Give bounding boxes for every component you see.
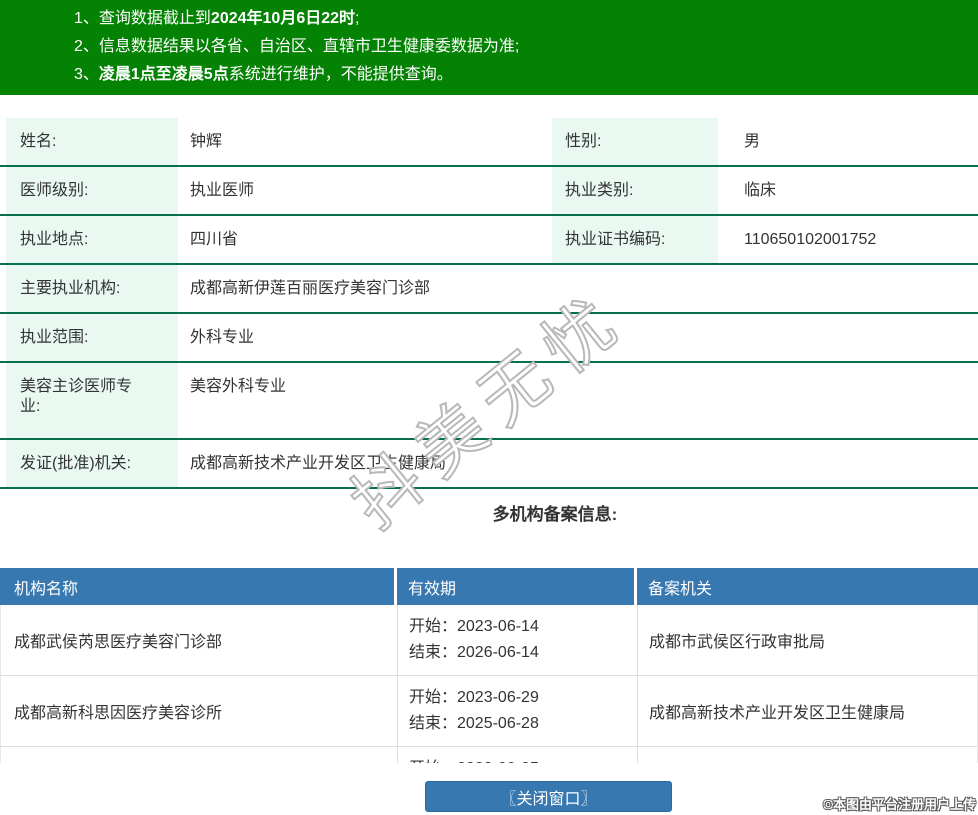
- section-title-multi-institution: 多机构备案信息:: [492, 505, 618, 524]
- validity-cell: 开始：2023-06-14 结束：2026-06-14: [398, 605, 638, 675]
- table-header-row: 机构名称 有效期 备案机关: [0, 568, 978, 605]
- notice-line-2: 2、信息数据结果以各省、自治区、直辖市卫生健康委数据为准;: [74, 38, 520, 55]
- notice-number: 3、: [74, 66, 99, 83]
- profile-value-name: 钟辉: [190, 133, 223, 150]
- profile-value-cosmetic-specialty: 美容外科专业: [190, 378, 287, 395]
- table-row: 姓名: 钟辉 性别: 男: [0, 118, 978, 167]
- notice-banner: 1、查询数据截止到2024年10月6日22时; 2、信息数据结果以各省、自治区、…: [0, 0, 978, 95]
- notice-line-3: 3、凌晨1点至凌晨5点系统进行维护，不能提供查询。: [74, 66, 453, 83]
- organization-cell: 成都高新科思因医疗美容诊所: [1, 676, 398, 746]
- profile-label-practice-location: 执业地点:: [6, 216, 178, 263]
- authority-cell: 成都市武侯区行政审批局: [649, 634, 826, 651]
- table-row: 成都武侯芮思医疗美容门诊部 开始：2023-06-14 结束：2026-06-1…: [0, 605, 978, 676]
- practitioner-profile-table: 姓名: 钟辉 性别: 男 医师级别: 执业医师 执业类别: 临床 执业地点: 四…: [0, 118, 978, 489]
- table-row: 执业地点: 四川省 执业证书编码: 110650102001752: [0, 216, 978, 265]
- profile-label-practice-category: 执业类别:: [552, 167, 718, 214]
- upload-stamp: ©本图由平台注册用户上传: [823, 797, 976, 812]
- notice-line-1: 1、查询数据截止到2024年10月6日22时;: [74, 10, 360, 27]
- table-row: 成都高新科思因医疗美容诊所 开始：2023-06-29 结束：2025-06-2…: [0, 676, 978, 747]
- notice-number: 1、: [74, 10, 99, 27]
- registrations-table: 机构名称 有效期 备案机关 成都武侯芮思医疗美容门诊部 开始：2023-06-1…: [0, 568, 978, 763]
- validity-end: 结束：2025-06-28: [409, 715, 539, 732]
- profile-label-name: 姓名:: [6, 118, 178, 165]
- table-row: 执业范围: 外科专业: [0, 314, 978, 363]
- validity-cell: 开始：2023-09-25: [398, 747, 638, 763]
- table-row: 美容主诊医师专业: 美容外科专业: [0, 363, 978, 440]
- authority-cell: 成都高新技术产业开发区卫生健康局: [649, 705, 906, 722]
- profile-label-practice-scope: 执业范围:: [6, 314, 178, 361]
- profile-value-practice-scope: 外科专业: [190, 329, 255, 346]
- profile-label-issuing-authority: 发证(批准)机关:: [6, 440, 178, 487]
- validity-end: 结束：2026-06-14: [409, 644, 539, 661]
- organization-cell: 成都武侯芮思医疗美容门诊部: [1, 605, 398, 675]
- profile-label-gender: 性别:: [552, 118, 718, 165]
- profile-value-practice-location: 四川省: [190, 231, 239, 248]
- profile-label-main-institution: 主要执业机构:: [6, 265, 178, 312]
- validity-start: 开始：2023-09-25: [409, 756, 637, 763]
- profile-value-gender: 男: [744, 133, 761, 150]
- column-header-validity: 有效期: [397, 568, 637, 605]
- authority-cell: [638, 747, 977, 763]
- profile-value-certificate-number: 110650102001752: [744, 231, 877, 248]
- profile-label-certificate-number: 执业证书编码:: [552, 216, 718, 263]
- profile-label-cosmetic-specialty: 美容主诊医师专业:: [6, 363, 178, 438]
- profile-label-doctor-level: 医师级别:: [6, 167, 178, 214]
- column-header-organization: 机构名称: [0, 568, 397, 605]
- organization-cell: [1, 747, 398, 763]
- table-row: 开始：2023-09-25: [0, 747, 978, 763]
- profile-value-issuing-authority: 成都高新技术产业开发区卫生健康局: [190, 455, 447, 472]
- validity-start: 开始：2023-06-14: [409, 618, 539, 635]
- column-header-authority: 备案机关: [648, 580, 713, 598]
- profile-value-doctor-level: 执业医师: [190, 182, 255, 199]
- table-row: 发证(批准)机关: 成都高新技术产业开发区卫生健康局: [0, 440, 978, 489]
- profile-value-main-institution: 成都高新伊莲百丽医疗美容门诊部: [190, 280, 431, 297]
- validity-start: 开始：2023-06-29: [409, 689, 539, 706]
- profile-value-practice-category: 临床: [744, 182, 777, 199]
- table-row: 医师级别: 执业医师 执业类别: 临床: [0, 167, 978, 216]
- close-window-button[interactable]: 〖关闭窗口〗: [425, 781, 672, 812]
- notice-number: 2、: [74, 38, 99, 55]
- table-row: 主要执业机构: 成都高新伊莲百丽医疗美容门诊部: [0, 265, 978, 314]
- validity-cell: 开始：2023-06-29 结束：2025-06-28: [398, 676, 638, 746]
